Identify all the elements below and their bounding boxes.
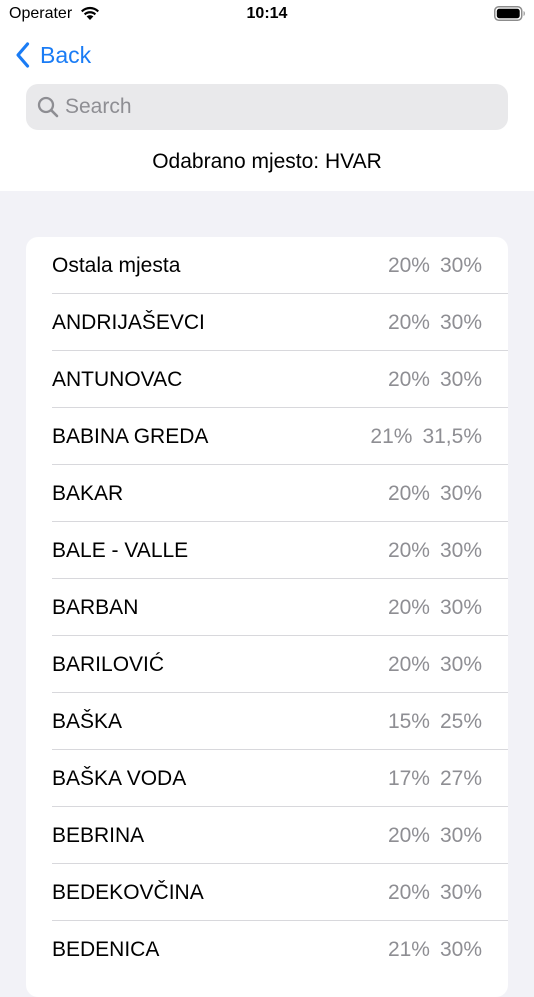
- place-rates: 15% 25%: [388, 693, 482, 750]
- rate-primary: 20%: [387, 824, 430, 847]
- list-item[interactable]: BARILOVIĆ 20% 30%: [26, 636, 508, 693]
- place-rates: 20% 30%: [388, 864, 482, 921]
- rate-secondary: 30%: [439, 824, 482, 847]
- rate-primary: 15%: [387, 710, 430, 733]
- rate-secondary: 30%: [439, 881, 482, 904]
- rate-primary: 20%: [387, 368, 430, 391]
- place-name: Ostala mjesta: [52, 254, 181, 277]
- header-area: Operater 10:14 Back Odabrano mjesto: HVA…: [0, 0, 534, 191]
- rate-primary: 20%: [387, 311, 430, 334]
- list-item[interactable]: ANTUNOVAC 20% 30%: [26, 351, 508, 408]
- status-bar: Operater 10:14: [0, 0, 534, 28]
- place-name: ANTUNOVAC: [52, 368, 183, 391]
- place-name: BAŠKA VODA: [52, 767, 187, 790]
- place-name: BABINA GREDA: [52, 425, 209, 448]
- place-rates: 20% 30%: [388, 579, 482, 636]
- rate-primary: 20%: [387, 254, 430, 277]
- rate-secondary: 31,5%: [422, 425, 482, 448]
- search-input[interactable]: [65, 84, 495, 130]
- list-item[interactable]: BEDEKOVČINA 20% 30%: [26, 864, 508, 921]
- rate-primary: 20%: [387, 881, 430, 904]
- place-rates: 20% 30%: [388, 294, 482, 351]
- battery-icon: [494, 6, 525, 21]
- place-name: BAŠKA: [52, 710, 123, 733]
- back-button[interactable]: Back: [14, 38, 91, 72]
- rate-secondary: 30%: [439, 311, 482, 334]
- magnifying-glass-icon: [37, 96, 59, 118]
- list-item[interactable]: BAKAR 20% 30%: [26, 465, 508, 522]
- rate-secondary: 30%: [439, 254, 482, 277]
- place-rates: 20% 30%: [388, 522, 482, 579]
- list-item[interactable]: BALE - VALLE 20% 30%: [26, 522, 508, 579]
- rate-primary: 21%: [370, 425, 413, 448]
- places-list: Ostala mjesta 20% 30% ANDRIJAŠEVCI 20% 30% ANT…: [26, 237, 508, 997]
- chevron-left-icon: [16, 42, 30, 68]
- place-name: BEDEKOVČINA: [52, 881, 204, 904]
- rate-primary: 17%: [387, 767, 430, 790]
- back-label: Back: [40, 42, 92, 68]
- place-rates: 20% 30%: [388, 237, 482, 294]
- place-name: BARILOVIĆ: [52, 653, 165, 676]
- place-rates: 17% 27%: [388, 750, 482, 807]
- rate-secondary: 30%: [439, 596, 482, 619]
- list-item[interactable]: BAŠKA 15% 25%: [26, 693, 508, 750]
- list-item[interactable]: BEBRINA 20% 30%: [26, 807, 508, 864]
- list-item[interactable]: ANDRIJAŠEVCI 20% 30%: [26, 294, 508, 351]
- rate-secondary: 27%: [439, 767, 482, 790]
- place-name: BEBRINA: [52, 824, 145, 847]
- selected-place-label: Odabrano mjesto: HVAR: [152, 150, 382, 173]
- place-name: BARBAN: [52, 596, 139, 619]
- list-item[interactable]: BARBAN 20% 30%: [26, 579, 508, 636]
- status-time: 10:14: [246, 5, 288, 22]
- search-field[interactable]: [26, 84, 508, 130]
- rate-secondary: 30%: [439, 482, 482, 505]
- rate-primary: 20%: [387, 596, 430, 619]
- place-rates: 20% 30%: [388, 807, 482, 864]
- place-rates: 20% 30%: [388, 351, 482, 408]
- rate-secondary: 25%: [439, 710, 482, 733]
- place-rates: 21% 31,5%: [370, 408, 482, 465]
- rate-secondary: 30%: [439, 539, 482, 562]
- rate-primary: 20%: [387, 539, 430, 562]
- place-rates: 20% 30%: [388, 636, 482, 693]
- rate-primary: 20%: [387, 482, 430, 505]
- place-name: ANDRIJAŠEVCI: [52, 311, 205, 334]
- place-rates: 20% 30%: [388, 465, 482, 522]
- list-item[interactable]: Ostala mjesta 20% 30%: [26, 237, 508, 294]
- list-item[interactable]: BABINA GREDA 21% 31,5%: [26, 408, 508, 465]
- rate-secondary: 30%: [439, 368, 482, 391]
- rate-primary: 20%: [387, 653, 430, 676]
- place-name: BAKAR: [52, 482, 124, 505]
- list-item[interactable]: BAŠKA VODA 17% 27%: [26, 750, 508, 807]
- rate-secondary: 30%: [439, 653, 482, 676]
- place-name: BALE - VALLE: [52, 539, 189, 562]
